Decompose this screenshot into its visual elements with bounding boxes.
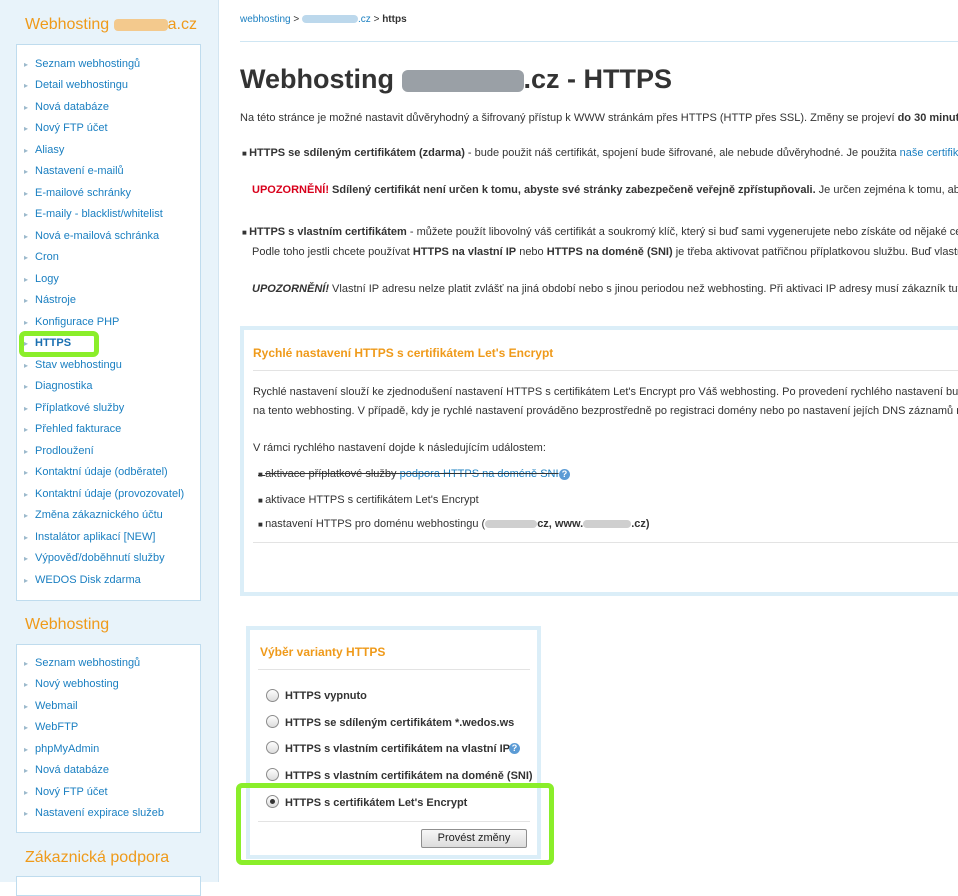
divider [240, 41, 958, 42]
warning-shared-cert: UPOZORNĚNÍ! Sdílený certifikát není urče… [252, 184, 958, 196]
sidebar-item-detail-webhostingu[interactable]: Detail webhostingu [24, 79, 128, 92]
letsencrypt-events-intro: V rámci rychlého nastavení dojde k násle… [253, 442, 546, 454]
sidebar-item-seznam-webhostingu[interactable]: Seznam webhostingů [24, 58, 140, 71]
letsencrypt-description-line2: na tento webhosting. V případě, kdy je r… [253, 405, 958, 417]
redacted-domain [401, 69, 524, 92]
letsencrypt-description-line1: Rychlé nastavení slouží ke zjednodušení … [253, 386, 958, 398]
radio-https-off-label[interactable]: HTTPS vypnuto [285, 690, 367, 702]
sidebar-section-title-zakaznicka-podpora: Zákaznická podpora [25, 849, 170, 866]
page-title: Webhosting .cz - HTTPS [240, 64, 673, 94]
event-activate-letsencrypt: ■ aktivace HTTPS s certifikátem Let's En… [258, 494, 479, 506]
highlight-letsencrypt-option [236, 783, 554, 865]
sidebar-item-nova-databaze[interactable]: Nová databáze [24, 101, 109, 114]
sidebar-item-prehled-fakturace[interactable]: Přehled fakturace [24, 423, 121, 436]
sidebar-item-instalator-aplikaci[interactable]: Instalátor aplikací [NEW] [24, 531, 155, 544]
help-icon[interactable]: ? [559, 469, 570, 480]
sidebar-item-emailove-schranky[interactable]: E-mailové schránky [24, 187, 131, 200]
bullet-shared-cert: ■ HTTPS se sdíleným certifikátem (zdarma… [242, 147, 958, 159]
breadcrumb-separator: > [373, 14, 380, 25]
sidebar-item-priplatkove-sluzby[interactable]: Příplatkové služby [24, 402, 124, 415]
sidebar-item-wedos-disk[interactable]: WEDOS Disk zdarma [24, 574, 141, 587]
sidebar-item-zmena-zakaznickeho-uctu[interactable]: Změna zákaznického účtu [24, 509, 163, 522]
sidebar-item-novy-ftp-ucet-2[interactable]: Nový FTP účet [24, 786, 107, 799]
sidebar: Webhosting a.cz Seznam webhostingů Detai… [0, 0, 219, 896]
redacted-domain [113, 18, 168, 31]
divider [258, 669, 530, 670]
bullet-own-cert-line2: Podle toho jestli chcete používat HTTPS … [252, 246, 958, 258]
sidebar-menu-webhosting-detail: Seznam webhostingů Detail webhostingu No… [16, 44, 201, 601]
sidebar-item-aliasy[interactable]: Aliasy [24, 144, 64, 157]
sidebar-menu-podpora [16, 876, 201, 896]
panel-letsencrypt-title: Rychlé nastavení HTTPS s certifikátem Le… [253, 346, 554, 360]
sidebar-item-webmail[interactable]: Webmail [24, 700, 77, 713]
sidebar-item-nova-emailova-schranka[interactable]: Nová e-mailová schránka [24, 230, 159, 243]
radio-https-shared[interactable] [266, 715, 279, 728]
redacted-domain [583, 520, 632, 529]
event-activate-sni: ■ aktivace příplatkové služby podpora HT… [258, 468, 559, 480]
breadcrumb: webhosting > .cz > https [240, 14, 407, 25]
sidebar-item-kontaktni-udaje-provozovatel[interactable]: Kontaktní údaje (provozovatel) [24, 488, 184, 501]
sidebar-item-nova-databaze-2[interactable]: Nová databáze [24, 764, 109, 777]
sidebar-section-title-webhosting: Webhosting [25, 616, 110, 633]
help-icon[interactable]: ? [509, 743, 520, 754]
sidebar-item-vypoved-sluzby[interactable]: Výpověď/doběhnutí služby [24, 552, 165, 565]
sidebar-item-phpmyadmin[interactable]: phpMyAdmin [24, 743, 99, 756]
main-content: webhosting > .cz > https Webhosting .cz … [218, 0, 958, 882]
link-certification-authority[interactable]: naše certifikač [900, 147, 958, 159]
breadcrumb-link-domain[interactable]: .cz [302, 14, 371, 25]
sidebar-item-seznam-webhostingu-2[interactable]: Seznam webhostingů [24, 657, 140, 670]
sidebar-item-stav-webhostingu[interactable]: Stav webhostingu [24, 359, 122, 372]
sidebar-item-logy[interactable]: Logy [24, 273, 59, 286]
radio-https-own-ip[interactable] [266, 741, 279, 754]
sidebar-item-konfigurace-php[interactable]: Konfigurace PHP [24, 316, 119, 329]
sidebar-item-kontaktni-udaje-odberatel[interactable]: Kontaktní údaje (odběratel) [24, 466, 168, 479]
redacted-domain [485, 520, 538, 529]
bullet-own-cert: ■ HTTPS s vlastním certifikátem - můžete… [242, 226, 958, 238]
sidebar-item-prodlouzeni[interactable]: Prodloužení [24, 445, 94, 458]
sidebar-item-nastaveni-expirace-sluzeb[interactable]: Nastavení expirace služeb [24, 807, 164, 820]
divider [253, 542, 958, 543]
redacted-domain [302, 15, 358, 24]
sidebar-item-novy-ftp-ucet[interactable]: Nový FTP účet [24, 122, 107, 135]
radio-https-off[interactable] [266, 689, 279, 702]
event-set-domain-https: ■ nastavení HTTPS pro doménu webhostingu… [258, 518, 650, 530]
radio-https-sni[interactable] [266, 768, 279, 781]
breadcrumb-link-webhosting[interactable]: webhosting [240, 14, 291, 25]
radio-https-sni-label[interactable]: HTTPS s vlastním certifikátem na doméně … [285, 770, 533, 782]
sidebar-item-diagnostika[interactable]: Diagnostika [24, 380, 93, 393]
link-sni-support[interactable]: podpora HTTPS na doméně SNI [400, 468, 559, 480]
sidebar-item-nastaveni-emailu[interactable]: Nastavení e-mailů [24, 165, 124, 178]
intro-text: Na této stránce je možné nastavit důvěry… [240, 112, 958, 124]
radio-https-shared-label[interactable]: HTTPS se sdíleným certifikátem *.wedos.w… [285, 717, 514, 729]
breadcrumb-separator: > [293, 14, 300, 25]
sidebar-item-cron[interactable]: Cron [24, 251, 59, 264]
sidebar-section-title-webhosting-domain: Webhosting a.cz [25, 16, 197, 33]
highlight-sidebar-https [19, 331, 99, 357]
panel-letsencrypt-quick-setup [240, 326, 958, 596]
breadcrumb-current: https [382, 14, 407, 25]
sidebar-item-webftp[interactable]: WebFTP [24, 721, 78, 734]
sidebar-item-novy-webhosting[interactable]: Nový webhosting [24, 678, 119, 691]
divider [253, 370, 958, 371]
sidebar-item-emaily-blacklist[interactable]: E-maily - blacklist/whitelist [24, 208, 163, 221]
warning-own-ip: UPOZORNĚNÍ! Vlastní IP adresu nelze plat… [252, 283, 958, 295]
panel-variant-title: Výběr varianty HTTPS [260, 645, 386, 659]
sidebar-item-nastroje[interactable]: Nástroje [24, 294, 76, 307]
sidebar-menu-webhosting: Seznam webhostingů Nový webhosting Webma… [16, 644, 201, 833]
radio-https-own-ip-label[interactable]: HTTPS s vlastním certifikátem na vlastní… [285, 743, 510, 755]
